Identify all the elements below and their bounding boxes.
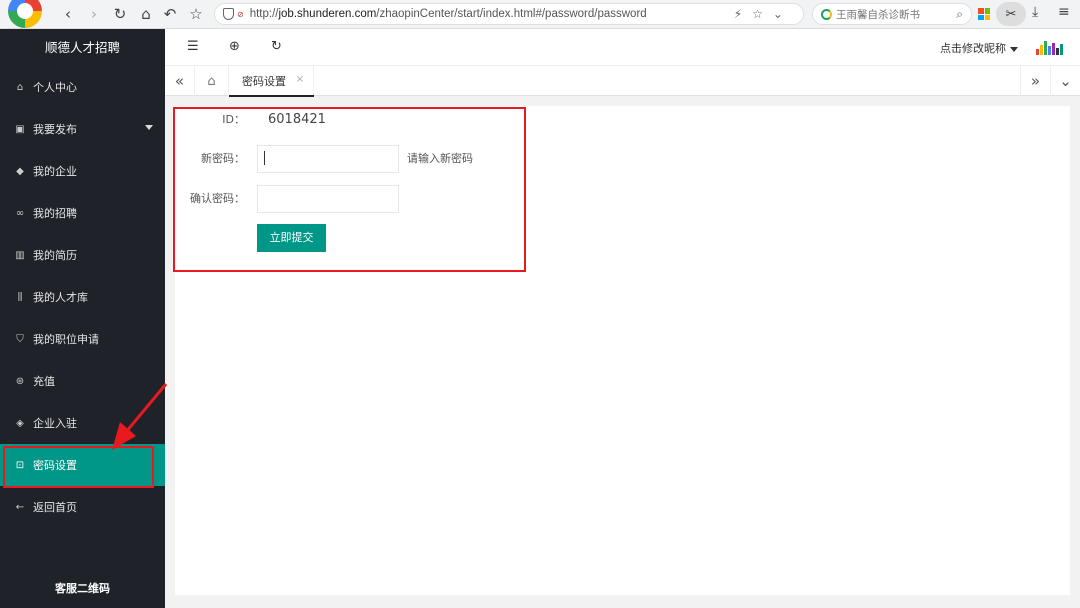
browser-menu-icon[interactable]: ≡ [1058, 4, 1070, 20]
sidebar-item-job-applications[interactable]: ⛉ 我的职位申请 [0, 318, 165, 360]
sidebar-item-label: 我的职位申请 [33, 333, 99, 346]
sidebar-item-label: 充值 [33, 375, 55, 388]
sidebar-item-label: 企业入驻 [33, 417, 77, 430]
browser-logo-icon [8, 0, 42, 28]
library-icon: ⫼ [17, 291, 23, 303]
home-icon[interactable]: ⌂ [136, 4, 156, 24]
apps-grid-icon[interactable] [978, 8, 990, 20]
screenshot-scissors-icon[interactable]: ✂ [996, 2, 1026, 26]
shield-check-icon: ⛉ [16, 333, 24, 345]
book-icon: ▥ [15, 249, 25, 261]
reload-icon[interactable]: ↻ [110, 4, 130, 24]
sidebar-item-label: 我要发布 [33, 123, 77, 136]
browser-search-box[interactable]: 王雨馨自杀诊断书 ⌕ [812, 3, 972, 25]
favorite-star-icon[interactable]: ☆ [186, 4, 206, 24]
sidebar-item-back-home[interactable]: ← 返回首页 [0, 486, 165, 528]
sidebar-item-my-company[interactable]: ◆ 我的企业 [0, 150, 165, 192]
download-icon[interactable]: ⤓ [1032, 4, 1038, 20]
chevron-down-icon [1010, 46, 1018, 52]
customer-service-qrcode-label[interactable]: 客服二维码 [0, 580, 165, 596]
tabs-menu-chevron-down-icon[interactable]: ⌄ [1050, 66, 1080, 96]
avatar[interactable] [1036, 39, 1064, 55]
search-placeholder: 王雨馨自杀诊断书 [836, 8, 920, 21]
nickname-label: 点击修改昵称 [940, 42, 1006, 55]
sidebar-item-label: 个人中心 [33, 81, 77, 94]
nickname-menu[interactable]: 点击修改昵称 [940, 40, 1018, 56]
undo-icon[interactable]: ↶ [160, 4, 180, 24]
top-header: ☰ ⊕ ↻ 点击修改昵称 [165, 29, 1080, 66]
home-icon: ⌂ [16, 81, 24, 93]
sidebar-item-label: 我的招聘 [33, 207, 77, 220]
annotation-highlight-form [173, 107, 526, 272]
sidebar-item-personal-center[interactable]: ⌂ 个人中心 [0, 66, 165, 108]
address-actions[interactable]: ⚡☆⌄ [734, 7, 793, 21]
annotation-highlight-sidebar-item [3, 446, 154, 488]
chevron-down-icon [145, 125, 153, 130]
sidebar-title: 顺德人才招聘 [44, 40, 120, 55]
shield-icon [223, 8, 234, 20]
tab-bar: « ⌂ 密码设置 × » ⌄ [165, 66, 1080, 97]
coin-icon: ⊛ [15, 375, 25, 387]
sidebar-item-talent-pool[interactable]: ⫼ 我的人才库 [0, 276, 165, 318]
search-engine-icon [821, 8, 832, 20]
search-icon[interactable]: ⌕ [956, 7, 963, 22]
forward-icon[interactable]: › [84, 4, 104, 24]
sidebar-item-publish[interactable]: ▣ 我要发布 [0, 108, 165, 150]
sidebar-item-label: 我的人才库 [33, 291, 88, 304]
arrow-left-icon: ← [15, 501, 25, 513]
back-icon[interactable]: ‹ [58, 4, 78, 24]
tab-home-icon[interactable]: ⌂ [195, 66, 229, 96]
sidebar: 顺德人才招聘 ⌂ 个人中心 ▣ 我要发布 ◆ 我的企业 ∞ 我的招聘 ▥ 我的简… [0, 29, 165, 608]
refresh-icon[interactable]: ↻ [271, 39, 282, 54]
close-icon[interactable]: × [296, 74, 304, 85]
collapse-sidebar-icon[interactable]: ☰ [187, 39, 199, 54]
browser-toolbar: ‹ › ↻ ⌂ ↶ ☆ ⊘ http://job.shunderen.com/z… [0, 0, 1080, 29]
scroll-tabs-left-icon[interactable]: « [165, 66, 195, 96]
link-icon: ∞ [15, 207, 25, 219]
globe-icon[interactable]: ⊕ [229, 39, 240, 54]
annotation-arrow-icon [112, 383, 168, 450]
layers-icon: ◆ [16, 165, 24, 177]
publish-icon: ▣ [15, 123, 25, 135]
sidebar-item-my-recruitment[interactable]: ∞ 我的招聘 [0, 192, 165, 234]
tab-label: 密码设置 [242, 75, 286, 88]
sidebar-item-label: 我的企业 [33, 165, 77, 178]
address-bar[interactable]: ⊘ http://job.shunderen.com/zhaopinCenter… [214, 3, 804, 25]
diamond-icon: ◈ [16, 417, 24, 429]
scroll-tabs-right-icon[interactable]: » [1020, 66, 1050, 96]
sidebar-item-label: 我的简历 [33, 249, 77, 262]
not-secure-icon: ⊘ [237, 9, 244, 19]
tab-password-settings[interactable]: 密码设置 × [229, 66, 314, 97]
sidebar-item-label: 返回首页 [33, 501, 77, 514]
sidebar-item-my-resume[interactable]: ▥ 我的简历 [0, 234, 165, 276]
url-text: http://job.shunderen.com/zhaopinCenter/s… [249, 8, 647, 20]
